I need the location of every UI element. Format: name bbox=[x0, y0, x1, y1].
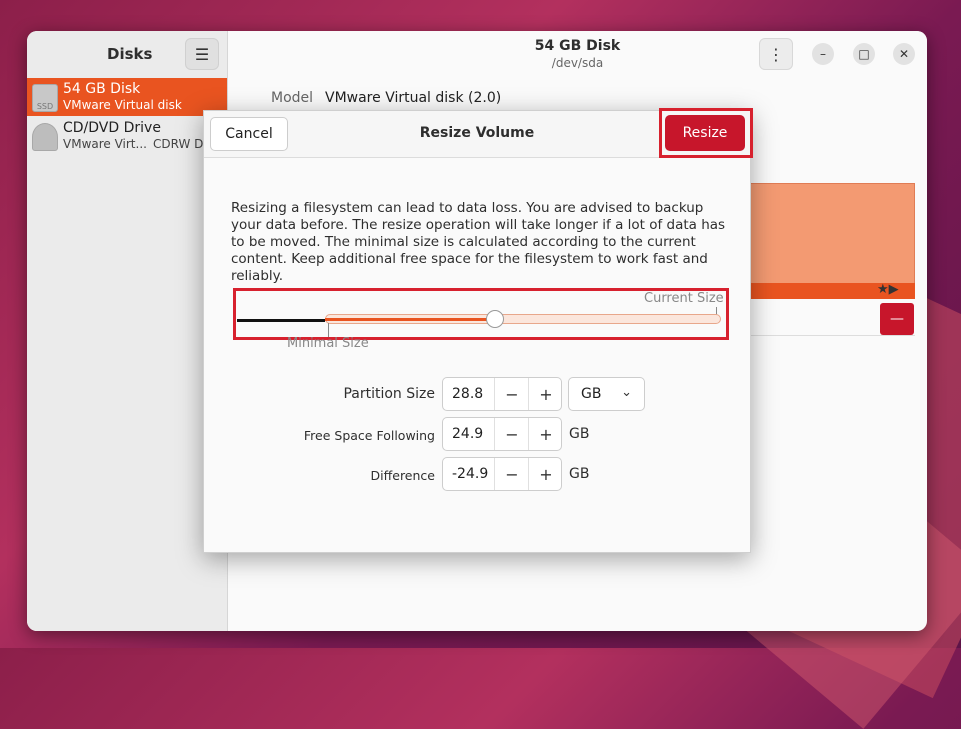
free-space-value[interactable]: 24.9 bbox=[452, 426, 483, 442]
minus-icon: — bbox=[890, 311, 904, 327]
chevron-down-icon: ⌄ bbox=[621, 385, 632, 400]
free-space-unit: GB bbox=[569, 426, 590, 442]
star-play-icon: ★▶ bbox=[877, 282, 899, 297]
free-space-spinner[interactable]: 24.9 − + bbox=[442, 417, 562, 451]
close-button[interactable]: ✕ bbox=[893, 43, 915, 65]
increment-button[interactable]: + bbox=[529, 378, 563, 410]
sidebar-item-54gb-disk[interactable]: SSD 54 GB Disk VMware Virtual disk bbox=[27, 78, 227, 116]
kebab-menu-icon: ⋮ bbox=[768, 44, 784, 64]
difference-spinner[interactable]: -24.9 − + bbox=[442, 457, 562, 491]
close-icon: ✕ bbox=[898, 47, 910, 61]
disk-name: CD/DVD Drive bbox=[63, 120, 161, 136]
more-options-button[interactable]: ⋮ bbox=[759, 38, 793, 70]
disk-model: VMware Virtual disk bbox=[63, 98, 182, 112]
decrement-button[interactable]: − bbox=[495, 378, 529, 410]
sidebar-header: Disks ☰ bbox=[27, 31, 227, 77]
decrement-button[interactable]: − bbox=[495, 418, 529, 450]
model-value: VMware Virtual disk (2.0) bbox=[325, 90, 502, 106]
maximize-button[interactable]: □ bbox=[853, 43, 875, 65]
increment-button[interactable]: + bbox=[529, 418, 563, 450]
optical-drive-icon bbox=[32, 123, 58, 151]
difference-label: Difference bbox=[370, 468, 435, 483]
main-header: 54 GB Disk /dev/sda ⋮ – □ ✕ bbox=[228, 31, 927, 77]
warning-text: Resizing a filesystem can lead to data l… bbox=[231, 200, 726, 284]
partition-size-spinner[interactable]: 28.8 − + bbox=[442, 377, 562, 411]
minimize-button[interactable]: – bbox=[812, 43, 834, 65]
disk-name: 54 GB Disk bbox=[63, 81, 141, 97]
resize-volume-dialog: Cancel Resize Volume Resize Resizing a f… bbox=[203, 108, 753, 553]
unit-dropdown-value: GB bbox=[581, 386, 602, 402]
decrement-button[interactable]: − bbox=[495, 458, 529, 490]
model-label: Model bbox=[271, 90, 314, 106]
increment-button[interactable]: + bbox=[529, 458, 563, 490]
minimal-size-label: Minimal Size bbox=[287, 336, 369, 351]
minimal-size-tick bbox=[328, 323, 329, 337]
slider-used-segment bbox=[237, 319, 325, 322]
current-size-label: Current Size bbox=[644, 291, 724, 306]
unit-dropdown[interactable]: GB ⌄ bbox=[568, 377, 645, 411]
sidebar-item-cd-dvd-drive[interactable]: CD/DVD Drive VMware Virt... CDRW D bbox=[27, 117, 227, 155]
resize-button[interactable]: Resize bbox=[665, 115, 745, 151]
sidebar-title: Disks bbox=[107, 45, 153, 63]
app-menu-button[interactable]: ☰ bbox=[185, 38, 219, 70]
disk-model: VMware Virt... bbox=[63, 137, 147, 151]
divider bbox=[747, 335, 915, 336]
ssd-drive-icon: SSD bbox=[32, 84, 58, 112]
delete-partition-button[interactable]: — bbox=[880, 303, 914, 335]
free-space-label: Free Space Following bbox=[303, 428, 435, 443]
difference-value[interactable]: -24.9 bbox=[452, 466, 488, 482]
hamburger-icon: ☰ bbox=[194, 44, 210, 64]
minimize-icon: – bbox=[820, 47, 826, 61]
size-slider-fill bbox=[325, 318, 496, 321]
maximize-icon: □ bbox=[858, 47, 870, 61]
difference-unit: GB bbox=[569, 466, 590, 482]
disk-type: CDRW D bbox=[153, 137, 204, 151]
sidebar: Disks ☰ SSD 54 GB Disk VMware Virtual di… bbox=[27, 31, 228, 631]
partition-size-label: Partition Size bbox=[343, 386, 435, 402]
partition-size-value[interactable]: 28.8 bbox=[452, 386, 483, 402]
